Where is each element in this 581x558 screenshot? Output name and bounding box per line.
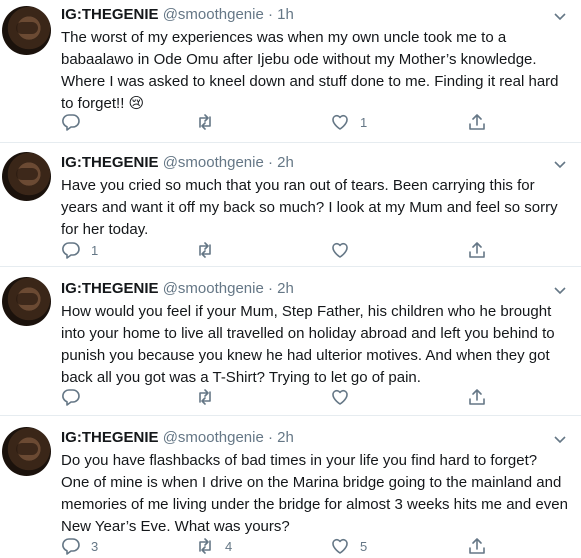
tweet-text: Have you cried so much that you ran out … [61,175,571,241]
display-name[interactable]: IG:THEGENIE [61,6,159,23]
avatar[interactable] [2,6,51,55]
separator-dot: · [267,280,273,297]
like-button[interactable]: 5 [330,536,367,556]
user-handle[interactable]: @smoothgenie [163,6,264,23]
tweet-text-line: babaalawo in Ode Omu after Ijebu ode wit… [61,51,537,68]
timeline-feed: IG:THEGENIE @smoothgenie · 1h The worst … [0,0,581,556]
tweet-text-line: back all you got was a T-Shirt? Trying t… [61,369,421,386]
tweet-text-line: punish you because you knew he had ulter… [61,347,550,364]
separator-dot: · [267,154,273,171]
retweet-icon [199,114,211,130]
reply-count: 3 [91,538,99,554]
tweet[interactable]: IG:THEGENIE @smoothgenie · 1h The worst … [0,0,581,143]
tweet-text-line: The worst of my experiences was when my … [61,29,507,46]
tweet-text-line: How would you feel if your Mum, Step Fat… [61,303,552,320]
timestamp[interactable]: 1h [277,6,294,23]
like-count: 5 [360,538,368,554]
tweet-actions: 3 4 5 [61,536,541,558]
reply-icon [62,242,80,259]
reply-button[interactable] [61,387,91,407]
tweet-text-line: for her today. [61,221,149,238]
tweet-actions: 1 [61,112,541,134]
tweet-text-line: Do you have flashbacks of bad times in y… [61,452,538,469]
reply-icon [62,389,80,406]
avatar[interactable] [2,277,51,326]
heart-icon [332,538,348,554]
tweet-text-line: One of mine is when I drive on the Marin… [61,474,562,491]
tweet[interactable]: IG:THEGENIE @smoothgenie · 2h Do you hav… [0,416,581,556]
retweet-button[interactable]: 4 [195,536,232,556]
separator-dot: · [267,429,273,446]
like-button[interactable]: 1 [330,112,367,132]
heart-icon [332,114,348,130]
retweet-icon [199,242,211,258]
tweet-text: The worst of my experiences was when my … [61,27,571,115]
timestamp[interactable]: 2h [277,154,294,171]
share-icon [469,242,485,258]
like-button[interactable] [330,240,360,260]
tweet[interactable]: IG:THEGENIE @smoothgenie · 2h Have you c… [0,143,581,267]
tweet-header: IG:THEGENIE @smoothgenie · 1h [61,5,294,25]
heart-icon [332,242,348,258]
display-name[interactable]: IG:THEGENIE [61,280,159,297]
like-count: 1 [360,114,368,130]
share-icon [469,389,485,405]
avatar[interactable] [2,152,51,201]
tweet-header: IG:THEGENIE @smoothgenie · 2h [61,428,294,448]
tweet-text-line: New Year’s Eve. What was yours? [61,518,290,535]
timestamp[interactable]: 2h [277,280,294,297]
chevron-down-icon[interactable] [553,432,567,446]
tweet-header: IG:THEGENIE @smoothgenie · 2h [61,279,294,299]
reply-button[interactable] [61,112,91,132]
separator-dot: · [267,6,273,23]
tweet-text: How would you feel if your Mum, Step Fat… [61,301,571,389]
user-handle[interactable]: @smoothgenie [163,154,264,171]
retweet-button[interactable] [195,112,225,132]
chevron-down-icon[interactable] [553,9,567,23]
heart-icon [332,389,348,405]
tweet-text-line: years and want it off my back so much? I… [61,199,558,216]
share-icon [469,114,485,130]
tweet-text-line: into your home to live all travelled on … [61,325,555,342]
display-name[interactable]: IG:THEGENIE [61,154,159,171]
tweet-actions: 1 [61,240,541,262]
chevron-down-icon[interactable] [553,157,567,171]
tweet[interactable]: IG:THEGENIE @smoothgenie · 2h How would … [0,267,581,416]
tweet-actions [61,387,541,409]
retweet-button[interactable] [195,387,225,407]
user-handle[interactable]: @smoothgenie [163,280,264,297]
retweet-count: 4 [225,538,233,554]
retweet-icon [199,538,211,554]
avatar[interactable] [2,427,51,476]
reply-button[interactable]: 1 [61,240,98,260]
tweet-text: Do you have flashbacks of bad times in y… [61,450,571,538]
share-button[interactable] [467,387,487,407]
retweet-icon [199,389,211,405]
reply-icon [62,538,80,555]
share-button[interactable] [467,240,487,260]
share-icon [469,538,485,554]
reply-icon [62,114,80,131]
user-handle[interactable]: @smoothgenie [163,429,264,446]
display-name[interactable]: IG:THEGENIE [61,429,159,446]
like-button[interactable] [330,387,360,407]
chevron-down-icon[interactable] [553,283,567,297]
reply-button[interactable]: 3 [61,536,98,556]
share-button[interactable] [467,536,487,556]
timestamp[interactable]: 2h [277,429,294,446]
share-button[interactable] [467,112,487,132]
tweet-text-line: memories of me living under the bridge f… [61,496,568,513]
reply-count: 1 [91,242,99,258]
tweet-text-line: Where I was asked to kneel down and stuf… [61,73,559,90]
tweet-text-line: Have you cried so much that you ran out … [61,177,535,194]
retweet-button[interactable] [195,240,225,260]
tweet-header: IG:THEGENIE @smoothgenie · 2h [61,153,294,173]
